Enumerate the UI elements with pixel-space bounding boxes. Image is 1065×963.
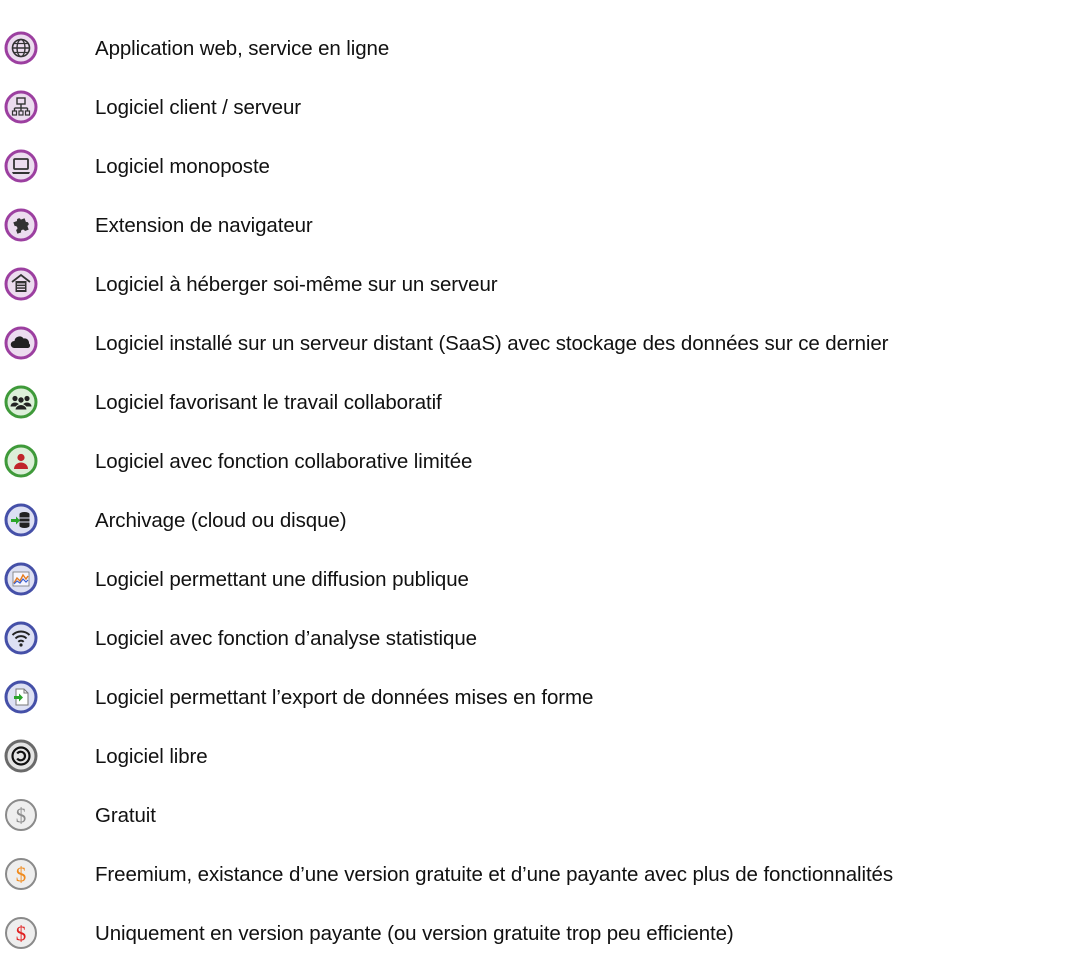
legend-item: Logiciel à héberger soi-même sur un serv… <box>0 255 1065 314</box>
svg-text:$: $ <box>16 803 27 827</box>
legend-item: Logiciel permettant une diffusion publiq… <box>0 550 1065 609</box>
group-users-icon <box>4 385 38 419</box>
legend-label: Logiciel à héberger soi-même sur un serv… <box>95 272 498 296</box>
legend-label: Extension de navigateur <box>95 213 313 237</box>
network-icon <box>4 90 38 124</box>
svg-text:$: $ <box>16 862 27 886</box>
dollar-orange-icon: $ <box>4 857 38 891</box>
legend-label: Logiciel client / serveur <box>95 95 302 119</box>
legend-item: Logiciel avec fonction collaborative lim… <box>0 432 1065 491</box>
legend-label: Logiciel permettant une diffusion publiq… <box>95 567 469 591</box>
legend-item: $ Freemium, existance d’une version grat… <box>0 845 1065 904</box>
svg-text:$: $ <box>16 921 27 945</box>
legend-label: Logiciel avec fonction collaborative lim… <box>95 449 473 473</box>
legend-label: Uniquement en version payante (ou versio… <box>95 921 734 945</box>
icon-legend: Application web, service en ligne Logici… <box>0 19 1065 963</box>
wifi-icon <box>4 621 38 655</box>
globe-icon <box>4 31 38 65</box>
legend-item: Logiciel monoposte <box>0 137 1065 196</box>
legend-item: Logiciel client / serveur <box>0 78 1065 137</box>
legend-item: Extension de navigateur <box>0 196 1065 255</box>
legend-label: Gratuit <box>95 803 156 827</box>
export-document-icon <box>4 680 38 714</box>
legend-item: Logiciel libre <box>0 727 1065 786</box>
server-home-icon <box>4 267 38 301</box>
chart-icon <box>4 562 38 596</box>
legend-label: Logiciel avec fonction d’analyse statist… <box>95 626 477 650</box>
legend-item: $ Uniquement en version payante (ou vers… <box>0 904 1065 963</box>
legend-label: Logiciel installé sur un serveur distant… <box>95 331 889 355</box>
single-user-icon <box>4 444 38 478</box>
puzzle-icon <box>4 208 38 242</box>
legend-item: Logiciel installé sur un serveur distant… <box>0 314 1065 373</box>
legend-item: Logiciel avec fonction d’analyse statist… <box>0 609 1065 668</box>
legend-label: Logiciel monoposte <box>95 154 270 178</box>
copyleft-icon <box>4 739 38 773</box>
cloud-icon <box>4 326 38 360</box>
dollar-red-icon: $ <box>4 916 38 950</box>
legend-item: $ Gratuit <box>0 786 1065 845</box>
legend-label: Logiciel libre <box>95 744 208 768</box>
legend-label: Archivage (cloud ou disque) <box>95 508 347 532</box>
legend-item: Logiciel favorisant le travail collabora… <box>0 373 1065 432</box>
legend-item: Application web, service en ligne <box>0 19 1065 78</box>
legend-label: Logiciel favorisant le travail collabora… <box>95 390 442 414</box>
database-archive-icon <box>4 503 38 537</box>
legend-item: Archivage (cloud ou disque) <box>0 491 1065 550</box>
laptop-icon <box>4 149 38 183</box>
legend-item: Logiciel permettant l’export de données … <box>0 668 1065 727</box>
legend-label: Logiciel permettant l’export de données … <box>95 685 594 709</box>
dollar-grey-icon: $ <box>4 798 38 832</box>
legend-label: Freemium, existance d’une version gratui… <box>95 862 894 886</box>
legend-label: Application web, service en ligne <box>95 36 390 60</box>
